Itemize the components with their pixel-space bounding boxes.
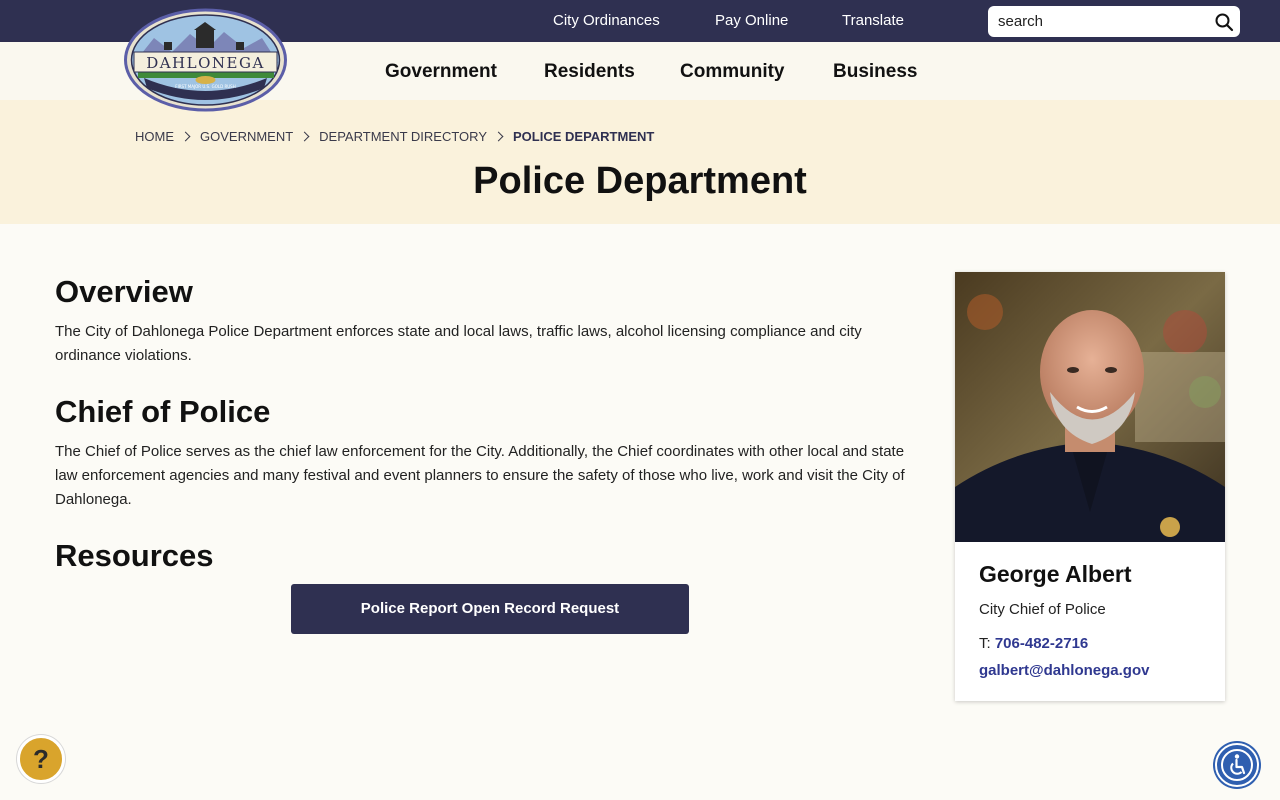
chevron-right-icon (299, 131, 310, 142)
chief-title: City Chief of Police (979, 601, 1106, 618)
chief-email-link[interactable]: galbert@dahlonega.gov (979, 662, 1149, 679)
breadcrumb: HOME GOVERNMENT DEPARTMENT DIRECTORY POL… (135, 129, 654, 144)
translate-link[interactable]: Translate (842, 12, 904, 29)
nav-business[interactable]: Business (833, 61, 917, 83)
chief-heading: Chief of Police (55, 394, 271, 429)
search-box (988, 6, 1240, 37)
chief-photo (955, 272, 1225, 542)
overview-text: The City of Dahlonega Police Department … (55, 323, 862, 364)
page-header: HOME GOVERNMENT DEPARTMENT DIRECTORY POL… (0, 100, 1280, 224)
city-logo[interactable]: DAHLONEGA FIRST MAJOR U.S. GOLD RUSH (124, 8, 287, 112)
chief-text: The Chief of Police serves as the chief … (55, 443, 905, 508)
breadcrumb-current: POLICE DEPARTMENT (513, 129, 655, 144)
city-ordinances-link[interactable]: City Ordinances (553, 12, 660, 29)
chief-phone-link[interactable]: 706-482-2716 (995, 635, 1088, 652)
chief-profile-card: George Albert City Chief of Police T: 70… (955, 272, 1225, 701)
breadcrumb-home[interactable]: HOME (135, 129, 174, 144)
nav-government[interactable]: Government (385, 61, 497, 83)
nav-residents[interactable]: Residents (544, 61, 635, 83)
overview-heading: Overview (55, 274, 193, 309)
chevron-right-icon (493, 131, 504, 142)
police-report-request-button[interactable]: Police Report Open Record Request (291, 584, 689, 634)
chevron-right-icon (180, 131, 191, 142)
phone-prefix: T: (979, 635, 995, 652)
pay-online-link[interactable]: Pay Online (715, 12, 788, 29)
search-input[interactable] (998, 12, 1208, 31)
page-title: Police Department (473, 160, 807, 202)
accessibility-icon (1221, 749, 1253, 781)
logo-tagline: FIRST MAJOR U.S. GOLD RUSH (175, 84, 235, 89)
chief-phone-line: T: 706-482-2716 (979, 635, 1088, 652)
chief-name: George Albert (979, 561, 1132, 587)
resources-heading: Resources (55, 538, 214, 573)
breadcrumb-government[interactable]: GOVERNMENT (200, 129, 293, 144)
breadcrumb-department-directory[interactable]: DEPARTMENT DIRECTORY (319, 129, 487, 144)
logo-name: DAHLONEGA (146, 54, 265, 72)
accessibility-button[interactable] (1215, 743, 1259, 787)
help-button[interactable]: ? (17, 735, 65, 783)
nav-community[interactable]: Community (680, 61, 785, 83)
search-icon[interactable] (1214, 12, 1234, 32)
